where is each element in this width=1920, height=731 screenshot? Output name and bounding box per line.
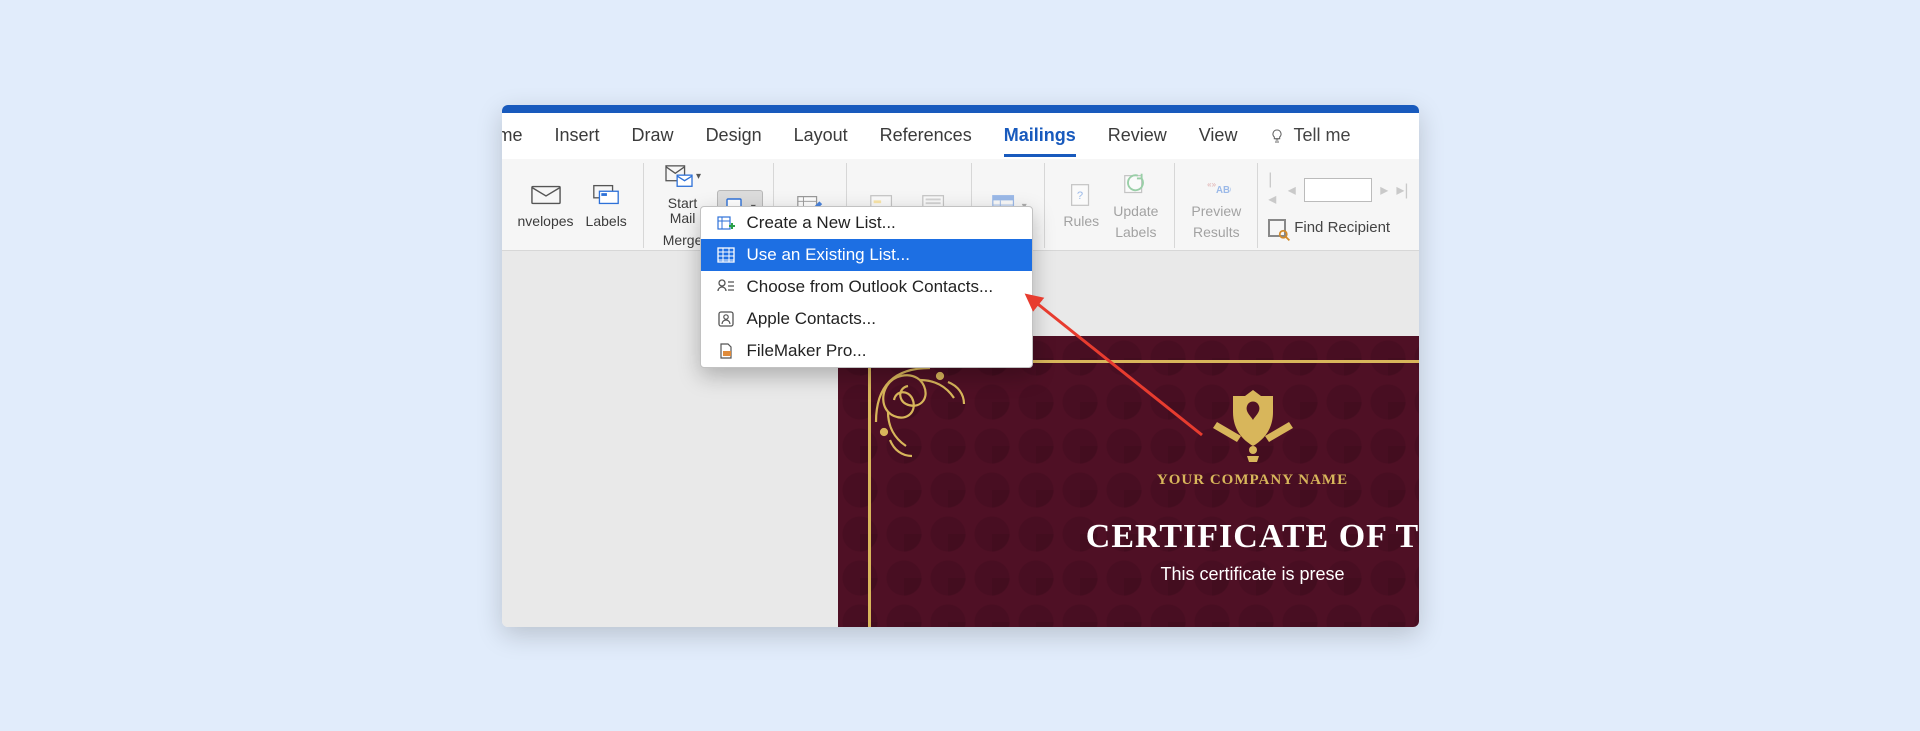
update-labels-icon bbox=[1121, 172, 1151, 198]
svg-text:?: ? bbox=[1077, 190, 1083, 202]
envelopes-button[interactable]: nvelopes bbox=[512, 180, 580, 229]
rules-icon: ? bbox=[1066, 182, 1096, 208]
start-mail-merge-label-2: Merge bbox=[663, 233, 703, 248]
next-record-button[interactable]: ▸ bbox=[1380, 180, 1388, 200]
word-window: ome Insert Draw Design Layout References… bbox=[502, 105, 1419, 627]
preview-results-button[interactable]: «»ABC Preview Results bbox=[1185, 170, 1247, 241]
tab-view[interactable]: View bbox=[1199, 125, 1238, 146]
titlebar bbox=[502, 105, 1419, 113]
certificate-subtitle: This certificate is prese bbox=[1160, 564, 1344, 585]
crest-icon bbox=[1207, 384, 1299, 464]
company-name: YOUR COMPANY NAME bbox=[1157, 472, 1348, 489]
first-record-button[interactable]: |◂ bbox=[1268, 171, 1280, 209]
filemaker-icon bbox=[717, 342, 735, 360]
labels-button[interactable]: Labels bbox=[580, 180, 633, 229]
tab-draw[interactable]: Draw bbox=[632, 125, 674, 146]
outlook-contacts-icon bbox=[717, 278, 735, 296]
labels-label: Labels bbox=[586, 214, 627, 229]
menu-outlook-label: Choose from Outlook Contacts... bbox=[747, 277, 994, 297]
labels-icon bbox=[591, 182, 621, 208]
tab-review[interactable]: Review bbox=[1108, 125, 1167, 146]
tell-me[interactable]: Tell me bbox=[1269, 125, 1350, 146]
menu-use-existing-list[interactable]: Use an Existing List... bbox=[701, 239, 1032, 271]
apple-contacts-icon bbox=[717, 310, 735, 328]
chevron-down-icon: ▾ bbox=[696, 171, 701, 182]
tab-mailings[interactable]: Mailings bbox=[1004, 125, 1076, 157]
menu-create-label: Create a New List... bbox=[747, 213, 896, 233]
menu-create-new-list[interactable]: Create a New List... bbox=[701, 207, 1032, 239]
ribbon-toolbar: nvelopes Labels ▾ Start Mail Merge bbox=[502, 159, 1419, 251]
menu-outlook-contacts[interactable]: Choose from Outlook Contacts... bbox=[701, 271, 1032, 303]
tab-home[interactable]: ome bbox=[502, 125, 523, 146]
magnifier-icon bbox=[1278, 229, 1292, 243]
svg-text:ABC: ABC bbox=[1216, 185, 1231, 196]
mail-merge-icon bbox=[664, 164, 694, 190]
tell-me-label: Tell me bbox=[1293, 125, 1350, 146]
find-recipient-label: Find Recipient bbox=[1294, 219, 1390, 236]
menu-filemaker-label: FileMaker Pro... bbox=[747, 341, 867, 361]
certificate-page: YOUR COMPANY NAME CERTIFICATE OF T This … bbox=[838, 336, 1419, 627]
existing-list-icon bbox=[717, 246, 735, 264]
screenshot-frame: ome Insert Draw Design Layout References… bbox=[340, 49, 1580, 683]
envelopes-label: nvelopes bbox=[518, 214, 574, 229]
preview-label-1: Preview bbox=[1191, 204, 1241, 219]
update-labels-label-1: Update bbox=[1113, 204, 1158, 219]
rules-label: Rules bbox=[1063, 214, 1099, 229]
tab-insert[interactable]: Insert bbox=[555, 125, 600, 146]
new-list-icon bbox=[717, 214, 735, 232]
menu-existing-label: Use an Existing List... bbox=[747, 245, 910, 265]
certificate-title: CERTIFICATE OF T bbox=[1086, 518, 1419, 556]
ribbon-tabs: ome Insert Draw Design Layout References… bbox=[502, 113, 1419, 159]
tab-references[interactable]: References bbox=[880, 125, 972, 146]
menu-apple-contacts[interactable]: Apple Contacts... bbox=[701, 303, 1032, 335]
record-navigation: |◂ ◂ ▸ ▸| bbox=[1268, 171, 1408, 209]
select-recipients-dropdown: Create a New List... Use an Existing Lis… bbox=[700, 206, 1033, 368]
start-mail-merge-label-1: Start Mail bbox=[660, 196, 705, 227]
last-record-button[interactable]: ▸| bbox=[1396, 180, 1408, 200]
bulb-icon bbox=[1269, 128, 1285, 144]
prev-record-button[interactable]: ◂ bbox=[1288, 180, 1296, 200]
corner-ornament bbox=[870, 362, 980, 472]
update-labels-button[interactable]: Update Labels bbox=[1107, 170, 1164, 241]
preview-icon: «»ABC bbox=[1201, 172, 1231, 198]
rules-button[interactable]: ? Rules bbox=[1055, 180, 1107, 229]
envelope-icon bbox=[531, 182, 561, 208]
tab-design[interactable]: Design bbox=[706, 125, 762, 146]
menu-filemaker[interactable]: FileMaker Pro... bbox=[701, 335, 1032, 367]
tab-layout[interactable]: Layout bbox=[794, 125, 848, 146]
menu-apple-label: Apple Contacts... bbox=[747, 309, 876, 329]
preview-label-2: Results bbox=[1193, 225, 1240, 240]
find-recipient-button[interactable]: Find Recipient bbox=[1268, 219, 1390, 237]
record-number-input[interactable] bbox=[1304, 178, 1372, 202]
update-labels-label-2: Labels bbox=[1115, 225, 1156, 240]
